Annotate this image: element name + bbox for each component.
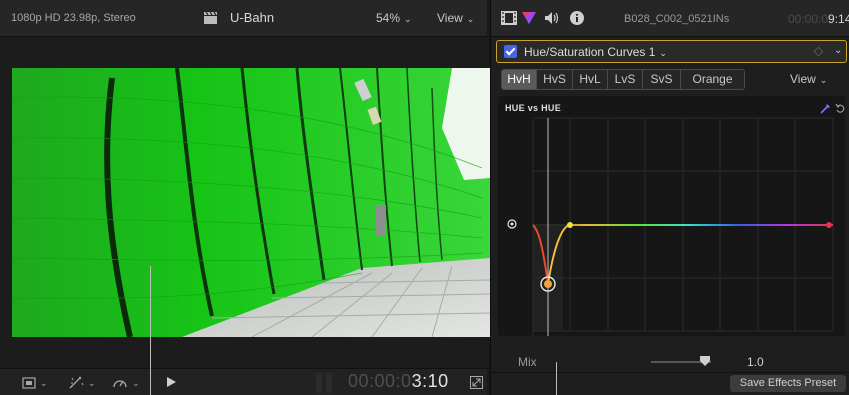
- effect-selector[interactable]: Hue/Saturation Curves 1 ⌄ ⌄: [496, 40, 847, 63]
- viewer-header: 1080p HD 23.98p, Stereo U-Bahn 54% ⌄ View…: [0, 0, 487, 37]
- chevron-down-icon: ⌄: [88, 377, 96, 388]
- effect-name-menu[interactable]: Hue/Saturation Curves 1 ⌄: [524, 45, 667, 59]
- chevron-down-icon: ⌄: [659, 48, 667, 58]
- zoom-menu[interactable]: 54% ⌄: [376, 11, 412, 25]
- clip-title: U-Bahn: [230, 10, 275, 25]
- audio-icon[interactable]: [544, 11, 560, 25]
- chevron-down-icon: ⌄: [40, 377, 48, 388]
- chevron-down-icon: ⌄: [404, 14, 412, 24]
- enhance-icon: [69, 376, 84, 389]
- timecode-dim: 00:00:0: [348, 371, 412, 391]
- chevron-down-icon: ⌄: [132, 377, 140, 388]
- timecode-dim: 00:00:0: [788, 12, 829, 26]
- effect-enable-checkbox[interactable]: [504, 45, 517, 58]
- tab-hvh[interactable]: HvH: [502, 70, 537, 89]
- viewer-panel: 1080p HD 23.98p, Stereo U-Bahn 54% ⌄ View…: [0, 0, 490, 395]
- fullscreen-icon[interactable]: [470, 376, 483, 389]
- timecode-bright: 9:14: [828, 12, 849, 26]
- curve-view-label: View: [790, 72, 816, 86]
- eyedropper-icon[interactable]: [820, 103, 831, 114]
- inspector-timecode: 00:00:09:14: [788, 12, 849, 26]
- speed-menu[interactable]: ⌄: [112, 375, 140, 391]
- inspector-panel: B028_C002_0521INs 00:00:09:14 Hue/Satura…: [490, 0, 849, 395]
- tab-orange[interactable]: Orange: [681, 70, 744, 89]
- tab-svs[interactable]: SvS: [643, 70, 681, 89]
- inspector-clip-name: B028_C002_0521INs: [624, 13, 730, 25]
- mix-label: Mix: [518, 355, 537, 369]
- viewer-footer: ⌄ ⌄ ⌄ 00:00:03:10: [0, 368, 487, 395]
- zoom-value: 54%: [376, 11, 401, 25]
- mix-value[interactable]: 1.0: [747, 355, 764, 369]
- info-icon[interactable]: [570, 11, 584, 25]
- save-effects-preset-button[interactable]: Save Effects Preset: [730, 375, 846, 392]
- inspector-footer: Save Effects Preset: [491, 372, 849, 395]
- clapper-icon: [204, 12, 217, 24]
- curve-end-point[interactable]: [826, 222, 832, 228]
- crop-menu[interactable]: ⌄: [22, 375, 48, 391]
- chevron-down-icon[interactable]: ⌄: [834, 45, 842, 56]
- curve-view-menu[interactable]: View ⌄: [790, 72, 827, 86]
- tab-hvs[interactable]: HvS: [537, 70, 573, 89]
- speed-icon: [113, 380, 127, 388]
- curve-graph[interactable]: [498, 96, 845, 336]
- tab-lvs[interactable]: LvS: [608, 70, 643, 89]
- color-icon[interactable]: [522, 11, 536, 25]
- mix-row: Mix 1.0: [491, 352, 849, 370]
- mix-slider-thumb[interactable]: [700, 356, 710, 366]
- viewer-skimmer-line: [150, 266, 151, 395]
- film-icon[interactable]: [501, 11, 517, 25]
- curve-tabs: HvH HvS HvL LvS SvS Orange: [501, 69, 745, 90]
- inspector-skimmer-line: [556, 362, 557, 395]
- play-icon[interactable]: [167, 377, 176, 387]
- effect-name-label: Hue/Saturation Curves 1: [524, 45, 656, 59]
- view-menu-label: View: [437, 11, 463, 25]
- curve-control-point[interactable]: [544, 280, 552, 288]
- timecode-bright: 3:10: [411, 371, 449, 391]
- curve-control-point[interactable]: [567, 222, 573, 228]
- curve-title: HUE vs HUE: [505, 103, 562, 113]
- video-frame[interactable]: [12, 68, 490, 337]
- audio-meters: [316, 373, 336, 393]
- viewer-format-label: 1080p HD 23.98p, Stereo: [11, 12, 136, 24]
- viewer-view-menu[interactable]: View ⌄: [437, 11, 474, 25]
- inspector-header: B028_C002_0521INs 00:00:09:14: [491, 0, 849, 37]
- chevron-down-icon: ⌄: [819, 75, 828, 85]
- tab-hvl[interactable]: HvL: [573, 70, 608, 89]
- crop-icon: [22, 377, 36, 389]
- enhance-menu[interactable]: ⌄: [68, 375, 96, 391]
- keyframe-icon[interactable]: [813, 46, 824, 57]
- hue-vs-hue-curve-panel: HUE vs HUE: [498, 96, 845, 336]
- reset-icon[interactable]: [835, 102, 845, 113]
- chevron-down-icon: ⌄: [466, 14, 475, 24]
